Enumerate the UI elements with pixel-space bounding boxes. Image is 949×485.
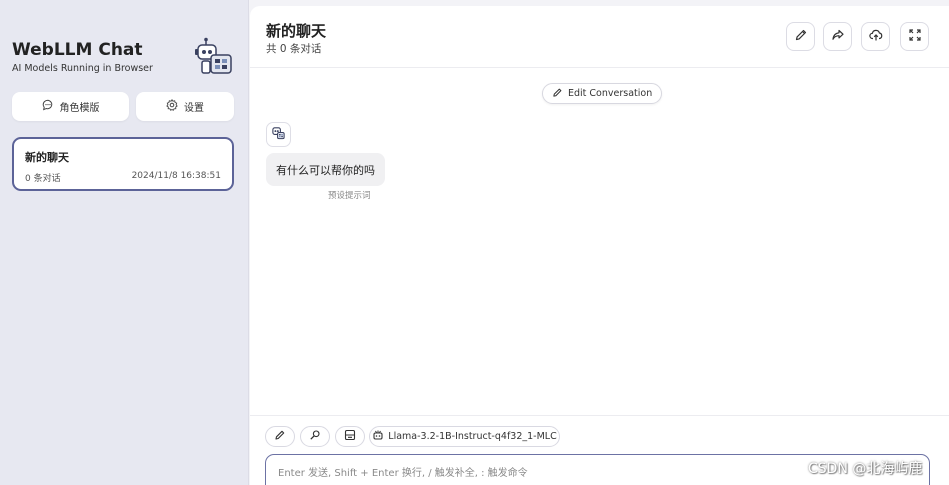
edit-icon xyxy=(794,27,808,46)
robot-logo-icon xyxy=(194,36,236,78)
mask-button-label: 角色模版 xyxy=(59,103,100,114)
app-title: WebLLM Chat xyxy=(12,40,143,60)
app-subtitle: AI Models Running in Browser xyxy=(12,63,153,74)
chat-item-count: 0 条对话 xyxy=(25,174,61,184)
page-title: 新的聊天 xyxy=(266,22,327,40)
message-count: 共 0 条对话 xyxy=(266,43,322,55)
edit-conversation-label: Edit Conversation xyxy=(568,88,653,99)
gear-icon xyxy=(166,99,178,114)
edit-conversation-button[interactable]: Edit Conversation xyxy=(542,83,663,104)
settings-button-label: 设置 xyxy=(184,103,204,114)
chat-list-item[interactable]: 新的聊天 0 条对话 2024/11/8 16:38:51 xyxy=(12,137,234,191)
chat-main: 新的聊天 共 0 条对话 Edit Conversation 有什么可以帮你的吗… xyxy=(250,6,949,485)
magic-wand-icon xyxy=(309,429,321,444)
watermark: CSDN @北海屿鹿 xyxy=(808,461,923,477)
share-icon xyxy=(831,27,845,46)
layout-icon xyxy=(344,429,356,444)
mask-button[interactable]: 角色模版 xyxy=(12,92,129,121)
bot-message-bubble: 有什么可以帮你的吗 xyxy=(266,153,385,186)
robot-icon xyxy=(271,125,286,144)
model-name: Llama-3.2-1B-Instruct-q4f32_1-MLC xyxy=(388,431,557,442)
pencil-icon xyxy=(552,87,563,101)
model-selector-button[interactable]: Llama-3.2-1B-Instruct-q4f32_1-MLC xyxy=(369,426,560,447)
prompt-tool-button[interactable] xyxy=(300,426,330,447)
chat-header: 新的聊天 共 0 条对话 xyxy=(250,6,949,68)
sidebar: WebLLM Chat AI Models Running in Browser xyxy=(0,0,249,485)
chat-item-title: 新的聊天 xyxy=(25,151,69,164)
chat-bubble-icon xyxy=(42,99,54,114)
rename-button[interactable] xyxy=(786,22,815,51)
pencil-icon xyxy=(274,429,286,444)
share-button[interactable] xyxy=(823,22,852,51)
message-meta: 预设提示词 xyxy=(328,191,371,201)
cloud-upload-icon xyxy=(868,27,883,46)
edit-tool-button[interactable] xyxy=(265,426,295,447)
fullscreen-icon xyxy=(908,27,922,46)
template-tool-button[interactable] xyxy=(335,426,365,447)
fullscreen-button[interactable] xyxy=(900,22,929,51)
bot-avatar xyxy=(266,122,291,147)
settings-button[interactable]: 设置 xyxy=(136,92,234,121)
robot-icon xyxy=(372,429,384,444)
export-button[interactable] xyxy=(861,22,890,51)
app-window: WebLLM Chat AI Models Running in Browser xyxy=(0,0,949,485)
chat-item-date: 2024/11/8 16:38:51 xyxy=(131,171,221,181)
